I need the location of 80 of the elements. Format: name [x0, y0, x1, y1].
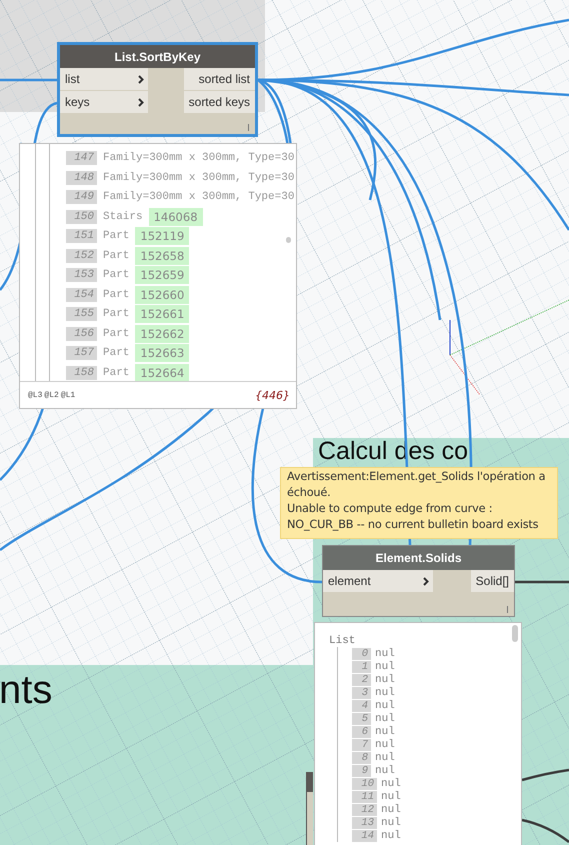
index-label: 152 — [66, 248, 97, 263]
index-label: 2 — [352, 674, 371, 686]
item-text: Family=300mm x 300mm, Type=30 — [103, 152, 294, 164]
index-label: 151 — [66, 229, 97, 244]
output-port[interactable]: sorted list — [184, 68, 255, 90]
input-port[interactable]: keys — [60, 91, 148, 113]
list-header: List — [329, 635, 356, 647]
index-label: 148 — [66, 170, 97, 185]
wire — [522, 818, 569, 843]
item-text: nul — [381, 804, 401, 816]
warning-text: Avertissement:Element.get_Solids l'opération a échoué. — [287, 469, 546, 501]
item-text: nul — [375, 674, 395, 686]
index-label: 12 — [352, 804, 377, 816]
item-text: Part — [103, 288, 130, 301]
level-label[interactable]: @L2 — [44, 390, 59, 400]
item-text: Part — [103, 328, 130, 340]
item-text: nul — [375, 660, 395, 672]
item-text: nul — [375, 712, 395, 724]
index-label: 7 — [352, 738, 371, 750]
index-label: 156 — [66, 326, 97, 341]
item-text: nul — [381, 790, 401, 802]
item-text: nul — [375, 764, 395, 776]
index-label: 0 — [352, 648, 371, 660]
index-label: 150 — [66, 210, 97, 224]
item-text: nul — [381, 778, 401, 790]
wire — [513, 580, 569, 584]
item-text: Part — [103, 269, 130, 282]
index-label: 8 — [352, 752, 371, 764]
index-label: 4 — [352, 700, 371, 712]
item-text: Stairs — [103, 210, 143, 223]
item-text: Part — [103, 230, 130, 242]
chevron-icon — [423, 576, 429, 586]
level-label[interactable]: @L3 — [28, 390, 42, 400]
level-label[interactable]: @L1 — [60, 390, 76, 400]
output-port[interactable]: sorted keys — [184, 91, 255, 113]
item-text: Family=300mm x 300mm, Type=30 — [103, 191, 294, 204]
index-label: 153 — [66, 268, 97, 282]
index-label: 11 — [352, 790, 377, 802]
index-label: 157 — [66, 346, 97, 360]
item-text: nul — [375, 726, 395, 738]
item-text: Part — [103, 308, 130, 320]
index-label: 5 — [352, 712, 371, 724]
item-text: nul — [375, 738, 395, 750]
item-text: nul — [375, 686, 395, 698]
index-label: 6 — [352, 726, 371, 738]
index-label: 14 — [352, 830, 377, 842]
item-text: nul — [375, 700, 395, 712]
item-text: Part — [103, 250, 130, 262]
index-label: 10 — [352, 778, 377, 790]
index-label: 158 — [66, 366, 97, 380]
chevron-icon — [138, 74, 144, 84]
index-label: 13 — [352, 816, 377, 828]
item-text: Part — [103, 347, 130, 360]
node-title: Element.Solids — [323, 546, 514, 570]
item-text: nul — [375, 648, 395, 660]
index-label: 9 — [352, 764, 371, 776]
group-title: nts — [0, 670, 52, 710]
index-label: 154 — [66, 288, 97, 302]
scrollbar[interactable] — [512, 625, 518, 642]
item-text: nul — [375, 752, 395, 764]
output-port[interactable]: Solid[] — [470, 570, 514, 592]
input-port[interactable]: list — [60, 68, 148, 90]
scrollbar[interactable] — [286, 237, 291, 243]
item-text: Family=300mm x 300mm, Type=30 — [103, 172, 294, 184]
node-card[interactable]: List.SortByKey list keys sorted list sorted keys — [57, 42, 258, 137]
item-text: nul — [381, 816, 401, 828]
item-text: nul — [381, 830, 401, 842]
index-label: 149 — [66, 190, 97, 204]
warning-text: Unable to compute edge from curve : NO_CUR_BB -- no current bulletin board exists — [287, 501, 540, 533]
input-port[interactable]: element — [323, 570, 433, 592]
node-title: List.SortByKey — [60, 45, 255, 68]
item-text: Part — [103, 366, 130, 379]
index-label: 1 — [352, 660, 371, 672]
wire — [522, 768, 569, 782]
index-label: 3 — [352, 686, 371, 698]
chevron-icon — [138, 98, 144, 106]
item-count: {446} — [255, 388, 290, 402]
node-card[interactable]: Element.Solids element Solid[] — [322, 545, 515, 617]
index-label: 147 — [66, 151, 97, 166]
index-label: 155 — [66, 307, 97, 322]
